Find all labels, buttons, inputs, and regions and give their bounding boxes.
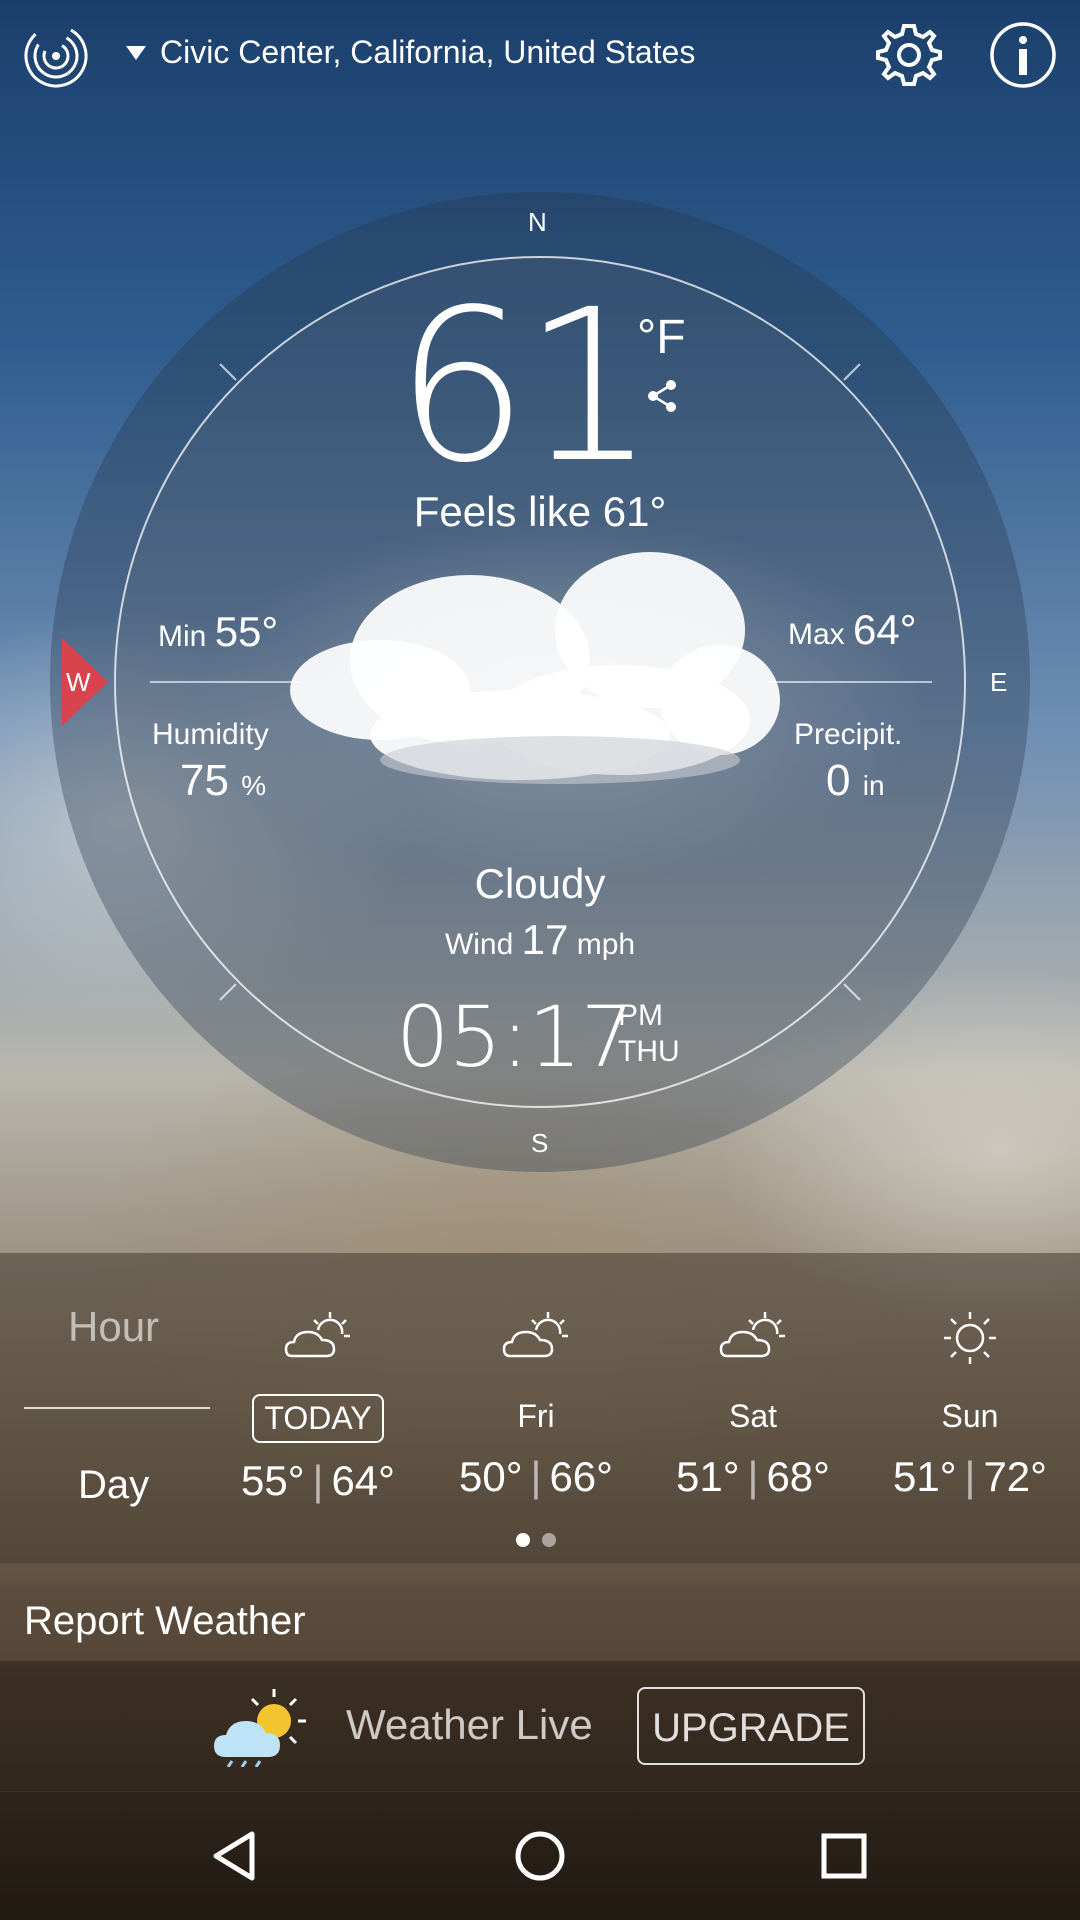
- max-label: Max: [788, 618, 845, 651]
- compass-east: E: [990, 667, 1008, 697]
- wind-readout: Wind 17 mph: [0, 916, 1080, 964]
- forecast-day-sat[interactable]: Sat 51° | 68°: [643, 1308, 863, 1501]
- forecast-low: 51°: [893, 1453, 957, 1500]
- temp-separator: |: [747, 1453, 759, 1500]
- tab-divider: [24, 1407, 210, 1409]
- condition-label: Cloudy: [474, 860, 606, 907]
- max-temp: Max 64°: [788, 606, 917, 654]
- forecast-temps: 51° | 72°: [860, 1453, 1080, 1501]
- forecast-day-name: Fri: [517, 1398, 555, 1434]
- recents-icon[interactable]: [804, 1816, 884, 1896]
- forecast-low: 55°: [241, 1457, 305, 1504]
- partly-cloudy-icon: [284, 1312, 350, 1358]
- forecast-day-name: TODAY: [252, 1394, 384, 1443]
- humidity-value: 75 %: [180, 756, 266, 806]
- home-icon[interactable]: [500, 1816, 580, 1896]
- partly-cloudy-icon: [502, 1312, 568, 1358]
- min-value: 55°: [214, 608, 279, 655]
- forecast-temps: 51° | 68°: [643, 1453, 863, 1501]
- min-label: Min: [158, 620, 207, 653]
- wind-unit: mph: [576, 928, 636, 961]
- forecast-day-today[interactable]: TODAY 55° | 64°: [208, 1308, 428, 1505]
- humidity-number: 75: [180, 756, 229, 805]
- forecast-day-name: Sun: [941, 1398, 999, 1434]
- precip-label: Precipit.: [794, 718, 903, 751]
- forecast-day-sun[interactable]: Sun 51° | 72°: [860, 1308, 1080, 1501]
- tab-day[interactable]: Day: [78, 1463, 149, 1508]
- compass-south: S: [531, 1128, 549, 1158]
- sunny-icon: [944, 1312, 996, 1364]
- weather-live-icon: [214, 1689, 306, 1767]
- compass-west: W: [66, 667, 91, 697]
- min-temp: Min 55°: [158, 608, 278, 656]
- clock-suffix: PM THU: [618, 998, 680, 1070]
- page-dot: [542, 1533, 556, 1547]
- forecast-day-name: Sat: [728, 1398, 778, 1434]
- promo-app-name: Weather Live: [346, 1701, 593, 1748]
- temp-separator: |: [312, 1457, 324, 1504]
- clock-ampm: PM: [618, 999, 663, 1032]
- wind-value: 17: [521, 916, 569, 963]
- clock-weekday: THU: [618, 1035, 680, 1068]
- forecast-panel[interactable]: Hour Day TODAY 55° | 64° Fri 50° | 66° S…: [0, 1253, 1080, 1563]
- precip-number: 0: [826, 756, 851, 805]
- clock-time: 05:17: [396, 988, 634, 1086]
- page-dot-active: [516, 1533, 530, 1547]
- wind-label: Wind: [444, 928, 514, 961]
- current-temperature: 61: [395, 264, 656, 509]
- tab-hour[interactable]: Hour: [68, 1303, 159, 1351]
- temperature-unit[interactable]: °F: [637, 310, 686, 365]
- forecast-low: 50°: [459, 1453, 523, 1500]
- upgrade-button[interactable]: UPGRADE: [637, 1687, 865, 1765]
- temp-separator: |: [964, 1453, 976, 1500]
- max-value: 64°: [853, 606, 917, 653]
- forecast-high: 64°: [331, 1457, 395, 1504]
- humidity-label: Humidity: [152, 718, 269, 751]
- temp-separator: |: [530, 1453, 542, 1500]
- compass-north: N: [528, 207, 547, 237]
- promo-banner[interactable]: Weather Live UPGRADE: [0, 1661, 1080, 1791]
- partly-cloudy-icon: [719, 1312, 785, 1358]
- precip-unit: in: [862, 770, 885, 801]
- back-icon[interactable]: [196, 1816, 276, 1896]
- forecast-temps: 50° | 66°: [426, 1453, 646, 1501]
- report-weather-label[interactable]: Report Weather: [24, 1599, 306, 1644]
- forecast-temps: 55° | 64°: [208, 1457, 428, 1505]
- forecast-high: 66°: [549, 1453, 613, 1500]
- report-weather-bar[interactable]: Report Weather: [0, 1583, 1080, 1661]
- share-icon[interactable]: [644, 378, 680, 414]
- forecast-day-fri[interactable]: Fri 50° | 66°: [426, 1308, 646, 1501]
- precip-value: 0 in: [826, 756, 885, 806]
- humidity-unit: %: [241, 770, 267, 801]
- forecast-high: 68°: [766, 1453, 830, 1500]
- android-nav-bar: [0, 1792, 1080, 1920]
- forecast-low: 51°: [676, 1453, 740, 1500]
- feels-like: Feels like 61°: [413, 488, 667, 535]
- forecast-high: 72°: [983, 1453, 1047, 1500]
- page-indicator: [516, 1533, 556, 1547]
